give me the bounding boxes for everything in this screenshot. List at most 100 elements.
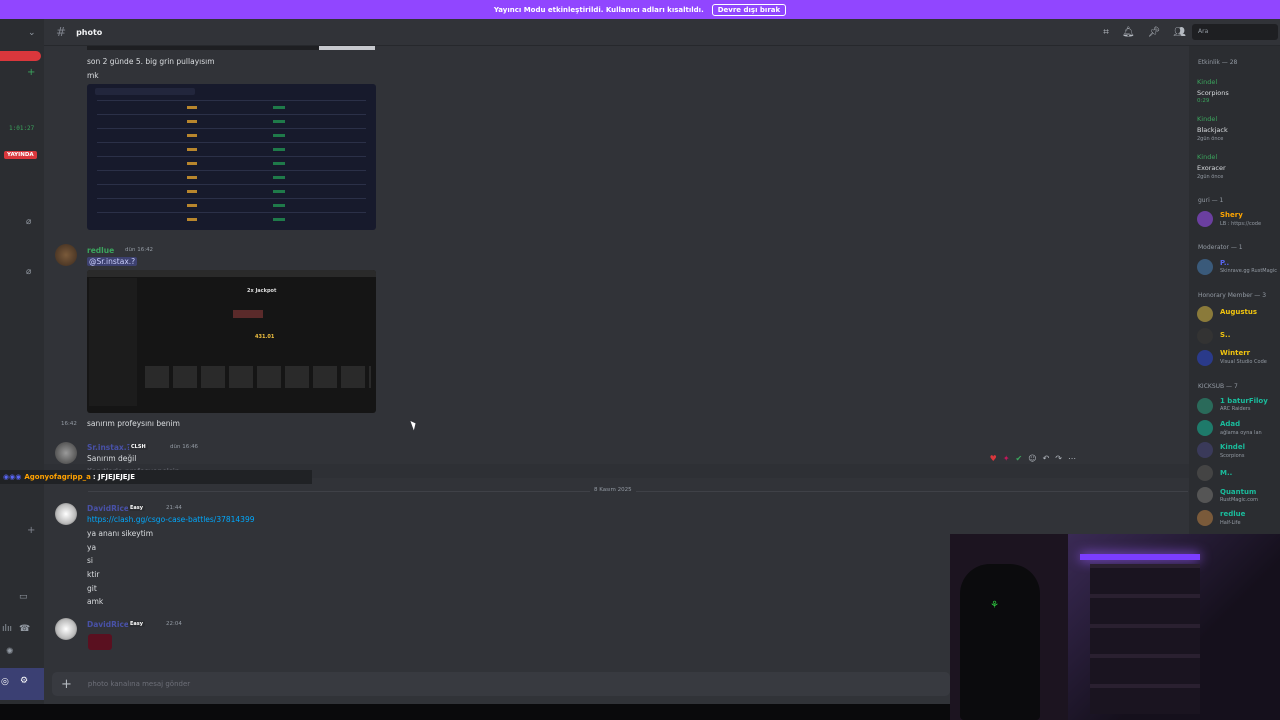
member-name[interactable]: Kindel [1220,443,1245,451]
add-reaction-icon[interactable]: ☺ [1028,454,1036,463]
soundboard-icon[interactable]: ✺ [6,647,14,657]
username[interactable]: Sr.instax.? [87,443,131,452]
activity-user[interactable]: Kindel [1197,115,1217,123]
waveform-icon: ılıı [2,624,13,634]
add-icon[interactable]: + [27,67,35,78]
guild-tag-badge: CLSH [129,444,148,450]
avatar[interactable] [55,244,77,266]
message-composer[interactable]: + photo kanalına mesaj gönder [52,672,950,696]
more-options-icon[interactable]: ⋯ [1068,454,1076,463]
banner-message: Yayıncı Modu etkinleştirildi. Kullanıcı … [493,5,704,14]
message-text: git [87,584,97,593]
avatar[interactable] [1197,465,1213,481]
member-name[interactable]: Quantum [1220,488,1256,496]
username[interactable]: redlue [87,246,114,255]
image-item-grid [145,366,371,388]
member-name[interactable]: P.. [1220,259,1229,267]
avatar[interactable] [1197,487,1213,503]
message-text: mk [87,71,99,80]
timestamp: dün 16:46 [170,444,199,450]
image-attachment[interactable] [87,84,376,230]
threads-icon[interactable]: ⌗ [1103,27,1109,38]
forward-icon[interactable]: ↷ [1055,454,1062,463]
stream-chat-overlay: ◉◉◉ Agonyofagripp_a : JFJEJEJEJE [0,470,312,484]
date-divider: 8 Kasım 2025 [590,487,636,493]
search-input[interactable]: Ara [1192,24,1278,40]
razer-logo-icon: ⚘ [990,600,999,611]
member-status: ağlama oyna lan [1220,430,1262,436]
message-text: si [87,556,93,565]
headset-icon[interactable]: ◎ [1,677,9,687]
member-name[interactable]: Shery [1220,211,1243,219]
image-sidebar [89,278,137,406]
image-browser-bar [87,270,376,277]
activity-user[interactable]: Kindel [1197,78,1217,86]
streamer-mode-banner: Yayıncı Modu etkinleştirildi. Kullanıcı … [0,0,1280,19]
username[interactable]: DavidRice [87,504,129,513]
activity-user[interactable]: Kindel [1197,153,1217,161]
member-name[interactable]: redlue [1220,510,1245,518]
call-timer: 1:01:27 [9,125,35,132]
member-name[interactable]: M.. [1220,469,1232,477]
username[interactable]: DavidRice [87,620,129,629]
disconnect-icon[interactable]: ☎ [19,624,30,634]
webcam-led-strip [1080,554,1200,560]
member-status: Skinrave.gg RustMagic [1220,268,1277,274]
emoji-attachment[interactable] [88,634,112,650]
avatar[interactable] [1197,398,1213,414]
heart-reaction-icon[interactable]: ♥ [990,454,997,463]
avatar[interactable] [55,618,77,640]
screen-share-icon[interactable]: ▭ [19,592,28,602]
bottom-strip [0,704,950,720]
avatar[interactable] [1197,350,1213,366]
reply-icon[interactable]: ↶ [1043,454,1050,463]
pin-icon[interactable]: 📌︎ [1148,27,1161,38]
webcam-shelf [1090,564,1200,714]
member-name[interactable]: Winterr [1220,349,1250,357]
mention[interactable]: @Sr.instax.? [87,257,138,266]
avatar[interactable] [1197,442,1213,458]
settings-gear-icon[interactable]: ⚙ [20,676,28,686]
timestamp: 21:44 [166,505,182,511]
message-text: ya ananı sikeytim [87,529,154,538]
avatar[interactable] [55,503,77,525]
avatar[interactable] [1197,328,1213,344]
notification-bell-icon[interactable]: 🔔︎ [1122,27,1135,38]
message-text: son 2 günde 5. big grin pullayısım [87,57,215,66]
chevron-down-icon[interactable]: ⌄ [28,28,36,38]
avatar[interactable] [1197,211,1213,227]
member-name[interactable]: S.. [1220,331,1230,339]
activity-game: Scorpions [1197,89,1229,97]
composer-placeholder[interactable]: photo kanalına mesaj gönder [88,680,190,688]
member-list-icon[interactable]: 👥︎ [1173,27,1186,38]
guild-tag-badge: Easy [128,621,146,627]
image-tab-bar [95,88,195,95]
deafen-icon[interactable]: ⌀ [26,267,31,277]
avatar[interactable] [55,442,77,464]
avatar[interactable] [1197,510,1213,526]
member-name[interactable]: Adad [1220,420,1240,428]
member-status: Visual Studio Code [1220,359,1267,365]
avatar[interactable] [1197,306,1213,322]
attach-plus-icon[interactable]: + [61,677,72,692]
add-channel-icon[interactable]: + [27,525,35,536]
disable-streamer-mode-button[interactable]: Devre dışı bırak [711,3,787,16]
mute-icon[interactable]: ⌀ [26,217,31,227]
reaction-icon[interactable]: ✦ [1003,454,1010,463]
member-status: ARC Raiders [1220,406,1251,412]
member-name[interactable]: Augustus [1220,308,1257,316]
role-header: KICKSUB — 7 [1198,383,1238,390]
overlay-badges-icon: ◉◉◉ [3,473,22,481]
webcam-overlay: ⚘ [950,534,1280,720]
status-column [273,106,285,221]
avatar[interactable] [1197,259,1213,275]
member-name[interactable]: 1 baturFiloy [1220,397,1268,405]
overlay-message: : JFJEJEJEJE [92,473,135,481]
member-status: Scorpions [1220,453,1245,459]
image-attachment[interactable]: 2x Jackpot 431.01 [87,270,376,413]
header-toolbar: ⌗ 🔔︎ 📌︎ 👥︎ [1103,27,1186,38]
message-link[interactable]: https://clash.gg/csgo-case-battles/37814… [87,515,255,524]
voice-status-pill[interactable] [0,51,41,61]
avatar[interactable] [1197,420,1213,436]
check-reaction-icon[interactable]: ✔ [1016,454,1023,463]
